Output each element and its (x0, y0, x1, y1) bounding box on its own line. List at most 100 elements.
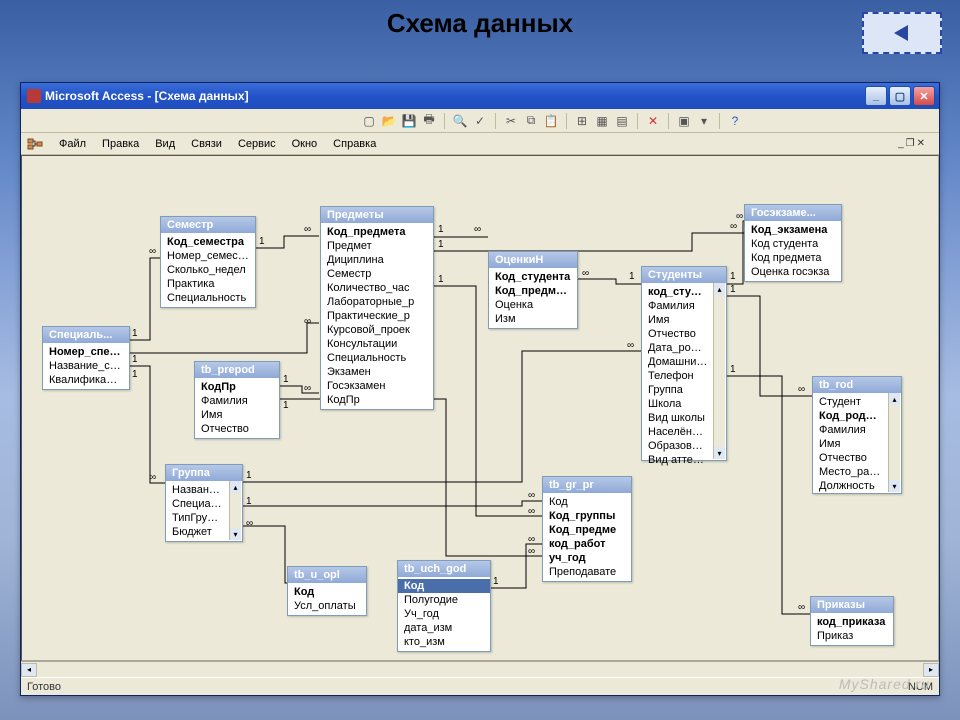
field[interactable]: Номер_семестра (161, 249, 255, 263)
field[interactable]: Экзамен (321, 365, 433, 379)
cut-icon[interactable]: ✂ (503, 113, 519, 129)
table-prikazy[interactable]: Приказы код_приказаПриказ (810, 596, 894, 646)
field[interactable]: Код_предмета (489, 284, 577, 298)
field[interactable]: Госэкзамен (321, 379, 433, 393)
field[interactable]: Имя (642, 313, 714, 327)
field[interactable]: Фамилия (813, 423, 889, 437)
field[interactable]: Сколько_недел (161, 263, 255, 277)
field[interactable]: Практические_р (321, 309, 433, 323)
menu-service[interactable]: Сервис (230, 136, 284, 152)
field[interactable]: Код_студента (489, 270, 577, 284)
preview-icon[interactable]: 🔍 (452, 113, 468, 129)
field[interactable]: Код_предмета (321, 225, 433, 239)
menu-window[interactable]: Окно (284, 136, 326, 152)
field[interactable]: Оценка (489, 298, 577, 312)
nav-back-button[interactable] (862, 12, 942, 54)
field[interactable]: Дициплина (321, 253, 433, 267)
field[interactable]: Фамилия (642, 299, 714, 313)
open-icon[interactable]: 📂 (381, 113, 397, 129)
menu-view[interactable]: Вид (147, 136, 183, 152)
field[interactable]: Название_гр (166, 483, 230, 497)
relationships-canvas[interactable]: 1 ∞ 1 ∞ 1 ∞ 1 ∞ 1 ∞ 1 ∞ 1 ∞ 1 ∞ 1 ∞ 1 ∞ … (21, 155, 939, 661)
field[interactable]: Бюджет (166, 525, 230, 539)
field[interactable]: Практика (161, 277, 255, 291)
field[interactable]: Код предмета (745, 251, 841, 265)
table-special[interactable]: Специаль... Номер_специалНазвание_специК… (42, 326, 130, 390)
field[interactable]: КодПр (195, 380, 279, 394)
show-all-icon[interactable]: ▤ (614, 113, 630, 129)
field[interactable]: Название_специ (43, 359, 129, 373)
field[interactable]: Преподавате (543, 565, 631, 579)
child-minimize[interactable]: _ (898, 138, 904, 149)
field[interactable]: Отчество (813, 451, 889, 465)
field[interactable]: Отчество (195, 422, 279, 436)
field[interactable]: Специальность (161, 291, 255, 305)
table-predmety[interactable]: Предметы Код_предметаПредметДициплинаСем… (320, 206, 434, 410)
table-tb-u-opl[interactable]: tb_u_opl КодУсл_оплаты (287, 566, 367, 616)
field[interactable]: Должность (813, 479, 889, 493)
field[interactable]: ТипГруппы (166, 511, 230, 525)
menu-file[interactable]: Файл (51, 136, 94, 152)
field[interactable]: Имя (813, 437, 889, 451)
relations-tool-icon[interactable] (27, 137, 43, 151)
db-window-icon[interactable]: ▣ (676, 113, 692, 129)
new-object-icon[interactable]: ▾ (696, 113, 712, 129)
field[interactable]: Номер_специал (43, 345, 129, 359)
table-semestr[interactable]: Семестр Код_семестраНомер_семестраСкольк… (160, 216, 256, 308)
delete-icon[interactable]: ✕ (645, 113, 661, 129)
field[interactable]: Количество_час (321, 281, 433, 295)
field[interactable]: Код_родител (813, 409, 889, 423)
help-icon[interactable]: ? (727, 113, 743, 129)
paste-icon[interactable]: 📋 (543, 113, 559, 129)
field[interactable]: Семестр (321, 267, 433, 281)
field[interactable]: кто_изм (398, 635, 490, 649)
child-restore[interactable]: ❐ (906, 138, 915, 149)
field[interactable]: КодПр (321, 393, 433, 407)
field[interactable]: Оценка госэкза (745, 265, 841, 279)
field[interactable]: Имя (195, 408, 279, 422)
field[interactable]: Школа (642, 397, 714, 411)
print-icon[interactable]: 🖶 (421, 113, 437, 129)
field[interactable]: дата_изм (398, 621, 490, 635)
spell-icon[interactable]: ✓ (472, 113, 488, 129)
field[interactable]: Дата_рожде (642, 341, 714, 355)
scroll-right-button[interactable]: ▸ (923, 663, 939, 677)
field[interactable]: Специальность (321, 351, 433, 365)
close-button[interactable]: ✕ (913, 86, 935, 106)
table-studenty[interactable]: Студенты код_студентФамилияИмяОтчествоДа… (641, 266, 727, 461)
field[interactable]: Населённый (642, 425, 714, 439)
table-tb-rod[interactable]: tb_rod СтудентКод_родителФамилияИмяОтчес… (812, 376, 902, 494)
field[interactable]: Уч_год (398, 607, 490, 621)
table-gruppa[interactable]: Группа Название_грСпециальносТипГруппыБю… (165, 464, 243, 542)
field[interactable]: код_студент (642, 285, 714, 299)
field[interactable]: Фамилия (195, 394, 279, 408)
field[interactable]: Студент (813, 395, 889, 409)
table-gosexam[interactable]: Госэкзаме... Код_экзаменаКод студентаКод… (744, 204, 842, 282)
table-ocenkin[interactable]: ОценкиН Код_студентаКод_предметаОценкаИз… (488, 251, 578, 329)
scrollbar[interactable]: ▴▾ (888, 393, 900, 492)
field[interactable]: Приказ (811, 629, 893, 643)
table-tb-uch-god[interactable]: tb_uch_god КодПолугодиеУч_годдата_измкто… (397, 560, 491, 652)
minimize-button[interactable]: _ (865, 86, 887, 106)
field[interactable]: Телефон (642, 369, 714, 383)
child-close[interactable]: ✕ (917, 138, 925, 149)
menu-relations[interactable]: Связи (183, 136, 230, 152)
menu-edit[interactable]: Правка (94, 136, 147, 152)
maximize-button[interactable]: ▢ (889, 86, 911, 106)
field[interactable]: Полугодие (398, 593, 490, 607)
field[interactable]: Образование (642, 439, 714, 453)
field[interactable]: Специальнос (166, 497, 230, 511)
field[interactable]: Код_предме (543, 523, 631, 537)
field[interactable]: Группа (642, 383, 714, 397)
scrollbar[interactable]: ▴▾ (229, 481, 241, 540)
field[interactable]: Усл_оплаты (288, 599, 366, 613)
field[interactable]: Код (543, 495, 631, 509)
field[interactable]: код_работ (543, 537, 631, 551)
field[interactable]: Код (398, 579, 490, 593)
field[interactable]: Код студента (745, 237, 841, 251)
scrollbar[interactable]: ▴▾ (713, 283, 725, 459)
field[interactable]: код_приказа (811, 615, 893, 629)
field[interactable]: Лабораторные_р (321, 295, 433, 309)
field[interactable]: Код (288, 585, 366, 599)
field[interactable]: Домашний_а (642, 355, 714, 369)
